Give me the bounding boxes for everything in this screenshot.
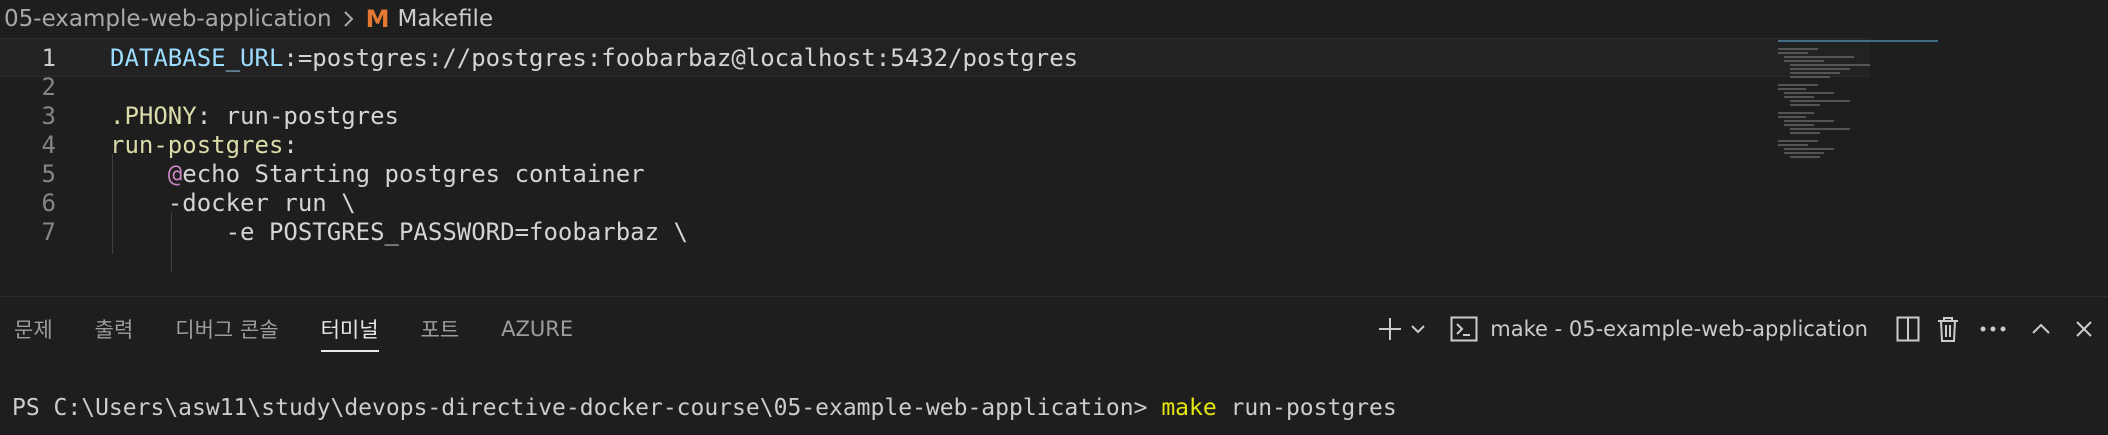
makefile-icon: M <box>365 5 390 33</box>
minimap-line <box>1784 152 1824 154</box>
minimap-line <box>1790 100 1850 102</box>
minimap-line <box>1778 52 1808 54</box>
tab-output[interactable]: 출력 <box>95 304 134 354</box>
breadcrumb-file[interactable]: Makefile <box>397 6 493 32</box>
tab-azure[interactable]: AZURE <box>501 307 573 351</box>
indent-guide <box>112 154 113 254</box>
indent-guide <box>171 212 172 272</box>
minimap-line <box>1790 72 1840 74</box>
minimap-line <box>1790 128 1850 130</box>
terminal-command: make <box>1161 395 1217 421</box>
code-line[interactable]: 7 -e POSTGRES_PASSWORD=foobarbaz \ <box>0 212 1870 251</box>
minimap-line <box>1790 68 1850 70</box>
minimap-line <box>1790 104 1820 106</box>
minimap-line <box>1778 48 1818 50</box>
minimap-line <box>1784 96 1814 98</box>
minimap-line <box>1790 64 1870 66</box>
minimap-line <box>1778 144 1808 146</box>
minimap-line <box>1784 56 1854 58</box>
breadcrumb-folder[interactable]: 05-example-web-application <box>0 6 332 32</box>
close-icon[interactable] <box>2064 309 2104 349</box>
bottom-panel: 문제 출력 디버그 콘솔 터미널 포트 AZURE make - 05-exam… <box>0 296 2108 435</box>
minimap[interactable] <box>1778 40 1978 190</box>
code-editor[interactable]: 1 DATABASE_URL:=postgres://postgres:foob… <box>0 38 2108 296</box>
minimap-line <box>1784 124 1814 126</box>
more-icon[interactable] <box>1968 309 2018 349</box>
breadcrumb: 05-example-web-application M Makefile <box>0 0 1870 38</box>
terminal-output[interactable]: PS C:\Users\asw11\study\devops-directive… <box>12 395 1397 421</box>
chevron-right-icon <box>342 9 356 29</box>
tab-debug-console[interactable]: 디버그 콘솔 <box>175 304 278 354</box>
minimap-line <box>1790 156 1820 158</box>
trash-icon[interactable] <box>1928 309 1968 349</box>
minimap-line <box>1778 88 1806 90</box>
minimap-line <box>1778 140 1818 142</box>
code-text[interactable]: -e POSTGRES_PASSWORD=foobarbaz \ <box>110 218 688 246</box>
minimap-line <box>1784 92 1834 94</box>
terminal-args: run-postgres <box>1216 395 1397 421</box>
line-number: 7 <box>41 217 56 246</box>
minimap-line <box>1790 132 1820 134</box>
panel-tabs: 문제 출력 디버그 콘솔 터미널 포트 AZURE <box>0 297 601 361</box>
minimap-line <box>1784 60 1824 62</box>
minimap-line <box>1778 116 1806 118</box>
minimap-line <box>1778 112 1814 114</box>
terminal-name[interactable]: make - 05-example-web-application <box>1490 317 1868 341</box>
terminal-prompt: PS C:\Users\asw11\study\devops-directive… <box>12 395 1162 421</box>
minimap-line <box>1784 148 1834 150</box>
panel-actions: make - 05-example-web-application <box>1374 297 2108 361</box>
chevron-up-icon[interactable] <box>2018 309 2064 349</box>
tab-problems[interactable]: 문제 <box>14 304 53 354</box>
chevron-down-icon[interactable] <box>1406 309 1430 349</box>
tab-ports[interactable]: 포트 <box>421 304 460 354</box>
split-icon[interactable] <box>1888 309 1928 349</box>
terminal-icon <box>1448 309 1480 349</box>
tab-terminal[interactable]: 터미널 <box>320 304 379 354</box>
minimap-line <box>1778 84 1818 86</box>
plus-icon[interactable] <box>1374 309 1406 349</box>
minimap-line <box>1778 40 1938 42</box>
minimap-line <box>1784 120 1834 122</box>
minimap-line <box>1790 76 1830 78</box>
